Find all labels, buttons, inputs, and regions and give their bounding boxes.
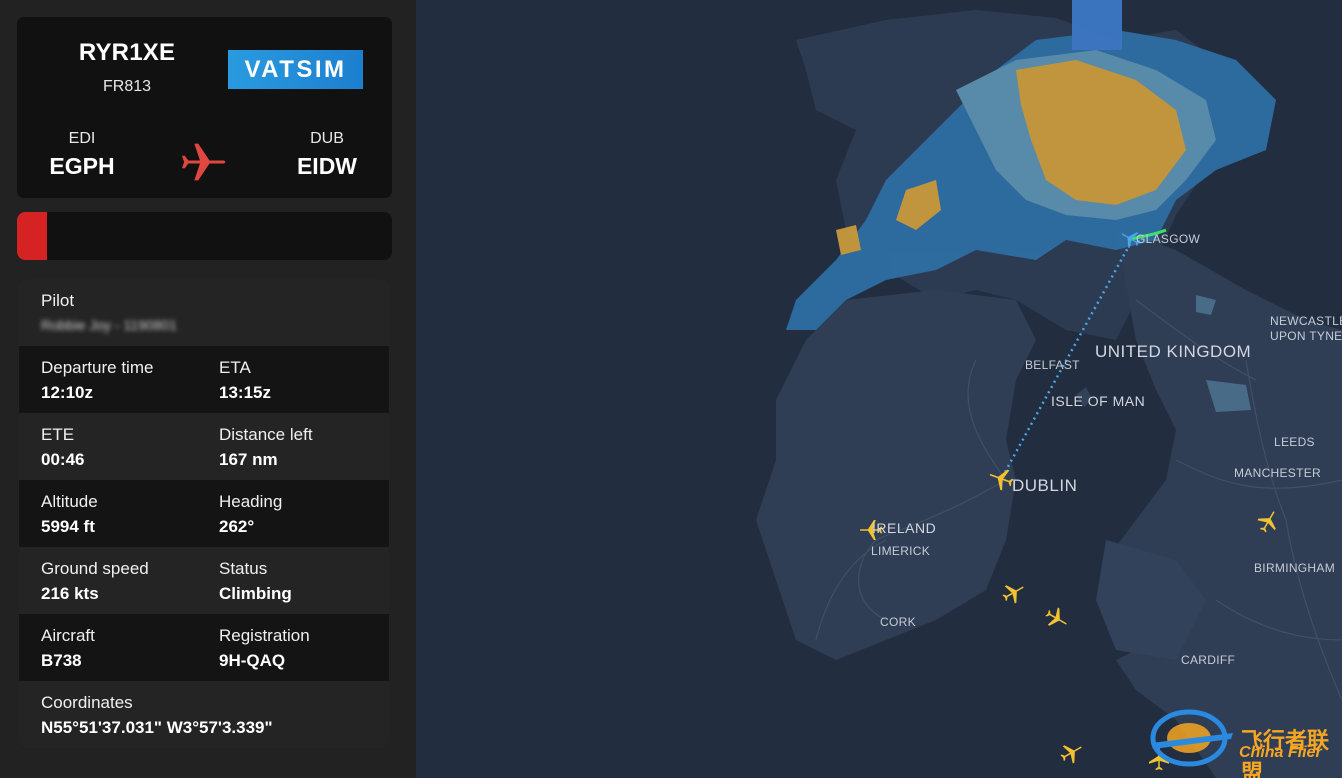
- distance-left-label: Distance left: [219, 425, 313, 444]
- coordinates-row: Coordinates N55°51'37.031" W3°57'3.339": [19, 681, 389, 748]
- eta-label: ETA: [219, 358, 251, 377]
- aircraft-icon[interactable]: [1056, 738, 1086, 768]
- map-label-isle-of-man: ISLE OF MAN: [1051, 393, 1146, 409]
- status-label: Status: [219, 559, 268, 578]
- ete-label: ETE: [41, 425, 75, 444]
- aircraft-icon[interactable]: [1253, 507, 1283, 537]
- map-label-glasgow: GLASGOW: [1136, 232, 1201, 246]
- ground-speed-value: 216 kts: [41, 584, 99, 603]
- map-label-limerick: LIMERICK: [871, 544, 931, 558]
- details-row: ETE 00:46 Distance left 167 nm: [19, 413, 389, 480]
- details-row: Aircraft B738 Registration 9H-QAQ: [19, 614, 389, 681]
- pilot-label: Pilot: [41, 291, 75, 310]
- map-label-leeds: LEEDS: [1274, 435, 1315, 449]
- distance-left-value: 167 nm: [219, 450, 278, 469]
- coordinates-label: Coordinates: [41, 693, 133, 712]
- ete-value: 00:46: [41, 450, 85, 469]
- flight-number: FR813: [102, 78, 152, 95]
- map-label-newcastle-2: UPON TYNE: [1270, 329, 1342, 343]
- callsign: RYR1XE: [78, 39, 176, 66]
- pilot-value: Robbie Joy - 1190801: [41, 317, 177, 333]
- origin-icao[interactable]: EGPH: [37, 153, 127, 180]
- flight-sidebar: RYR1XE FR813 VATSIM EDI EGPH DUB EIDW Pi…: [0, 0, 416, 778]
- map-label-newcastle: NEWCASTLE: [1270, 314, 1342, 328]
- land-britain: [1106, 230, 1342, 778]
- eta-value: 13:15z: [219, 383, 271, 402]
- origin-iata: EDI: [68, 130, 96, 147]
- details-row: Departure time 12:10z ETA 13:15z: [19, 346, 389, 413]
- departure-time-label: Departure time: [41, 358, 154, 377]
- status-value: Climbing: [219, 584, 292, 603]
- pilot-row: Pilot Robbie Joy - 1190801: [19, 279, 389, 346]
- map-label-cork: CORK: [880, 615, 916, 629]
- map-label-belfast: BELFAST: [1025, 358, 1080, 372]
- registration-label: Registration: [219, 626, 310, 645]
- departure-time-value: 12:10z: [41, 383, 93, 402]
- details-row: Altitude 5994 ft Heading 262°: [19, 480, 389, 547]
- network-badge[interactable]: VATSIM: [228, 50, 363, 89]
- aircraft-label: Aircraft: [41, 626, 95, 645]
- details-row: Ground speed 216 kts Status Climbing: [19, 547, 389, 614]
- ground-speed-label: Ground speed: [41, 559, 149, 578]
- heading-label: Heading: [219, 492, 283, 511]
- map-label-ireland: IRELAND: [872, 520, 937, 536]
- map-label-manchester: MANCHESTER: [1234, 466, 1322, 480]
- altitude-value: 5994 ft: [41, 517, 95, 536]
- aircraft-icon[interactable]: [998, 578, 1028, 608]
- aircraft-icon[interactable]: [1041, 603, 1071, 633]
- flight-details-panel: Pilot Robbie Joy - 1190801 Departure tim…: [19, 279, 389, 748]
- map-view[interactable]: GLASGOW NEWCASTLE UPON TYNE UNITED KINGD…: [416, 0, 1342, 778]
- altitude-label: Altitude: [41, 492, 98, 511]
- map-label-cardiff: CARDIFF: [1181, 653, 1236, 667]
- map-label-united-kingdom: UNITED KINGDOM: [1095, 342, 1252, 361]
- destination-icao[interactable]: EIDW: [282, 153, 372, 180]
- registration-value: 9H-QAQ: [219, 651, 286, 670]
- flight-header-card: RYR1XE FR813 VATSIM EDI EGPH DUB EIDW: [17, 17, 392, 198]
- watermark-en-text: China Flier: [1239, 744, 1322, 761]
- heading-value: 262°: [219, 517, 255, 536]
- destination-iata: DUB: [310, 130, 344, 147]
- progress-fill: [17, 212, 47, 260]
- aircraft-value: B738: [41, 651, 82, 670]
- map-label-dublin: DUBLIN: [1012, 476, 1078, 495]
- coordinates-value: N55°51'37.031" W3°57'3.339": [41, 718, 273, 737]
- flight-progress-bar: [17, 212, 392, 260]
- map-label-birmingham: BIRMINGHAM: [1254, 561, 1335, 575]
- airplane-icon: [181, 143, 226, 181]
